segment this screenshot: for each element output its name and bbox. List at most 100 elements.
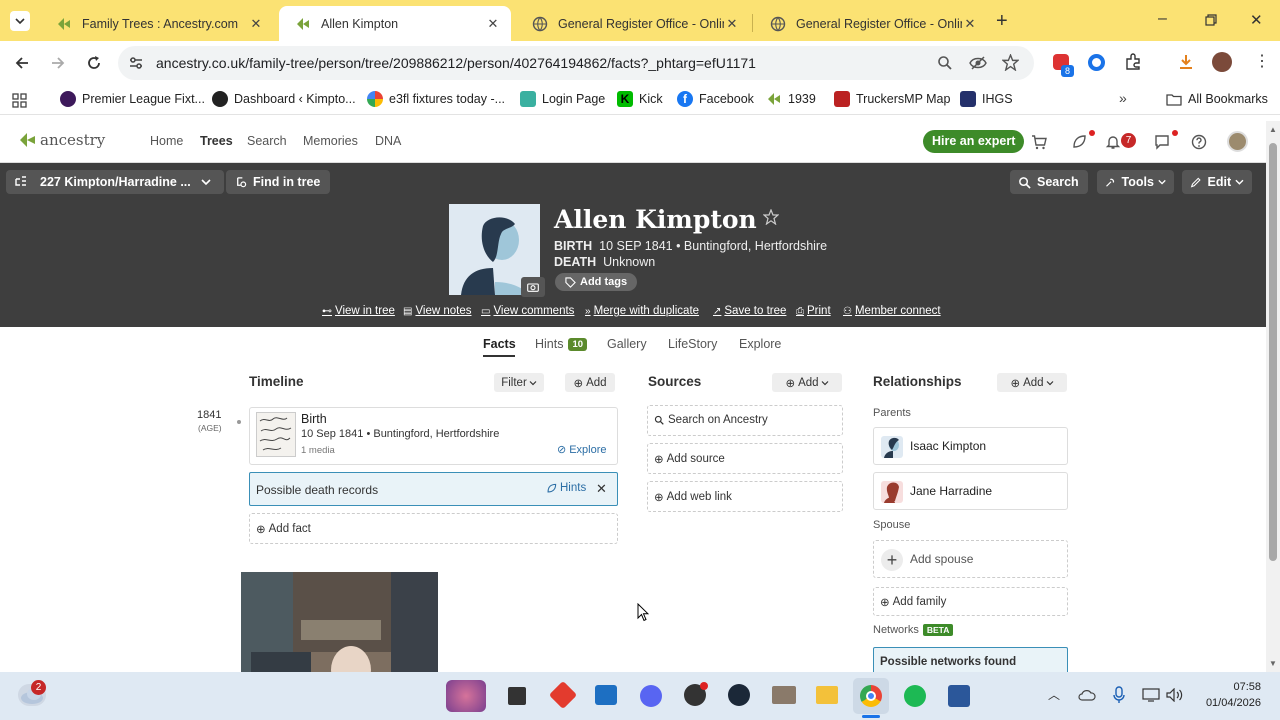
game-app-icon[interactable] [446, 680, 486, 712]
timeline-add-button[interactable]: ⊕ Add [565, 373, 615, 392]
event-explore-link[interactable]: ⊘ Explore [557, 443, 607, 457]
tab-search-button[interactable] [10, 11, 30, 31]
file-explorer-icon[interactable] [816, 686, 838, 704]
onedrive-icon[interactable] [1078, 689, 1096, 701]
apps-grid-icon[interactable] [12, 93, 27, 108]
save-to-tree-link[interactable]: ↗ Save to tree [713, 305, 786, 317]
bookmark-dashboard[interactable]: Dashboard ‹ Kimpto... [212, 91, 356, 107]
clock-date[interactable]: 01/04/2026 [1197, 697, 1261, 709]
hero-search-button[interactable]: Search [1010, 170, 1088, 194]
bookmark-login-page[interactable]: Login Page [520, 91, 605, 107]
volume-icon[interactable] [1166, 688, 1184, 702]
user-avatar[interactable] [1227, 131, 1248, 152]
nav-dna[interactable]: DNA [375, 134, 401, 148]
relationships-add-button[interactable]: ⊕ Add [997, 373, 1067, 392]
close-tab-icon[interactable]: ✕ [962, 16, 978, 32]
outlook-app-icon[interactable] [595, 685, 617, 705]
forward-icon[interactable] [50, 55, 66, 71]
view-in-tree-link[interactable]: ⊷ View in tree [322, 305, 395, 317]
chrome-app-icon[interactable] [860, 685, 882, 707]
scrollbar-thumb[interactable] [1269, 143, 1277, 561]
add-tags-button[interactable]: Add tags [555, 273, 638, 291]
possible-death-records-hint[interactable]: Possible death records Hints ✕ [249, 472, 618, 506]
add-fact-button[interactable]: ⊕ Add fact [249, 513, 618, 544]
possible-networks-card[interactable]: Possible networks found [873, 647, 1068, 672]
bookmarks-overflow-icon[interactable]: » [1119, 90, 1127, 106]
tab-gro-2[interactable]: General Register Office - Online ✕ [754, 6, 988, 41]
add-spouse-button[interactable]: + Add spouse [873, 540, 1068, 578]
scroll-up-icon[interactable]: ▲ [1269, 125, 1277, 134]
steam-app-icon[interactable] [728, 684, 750, 706]
tools-button[interactable]: Tools [1097, 170, 1174, 194]
add-web-link-button[interactable]: ⊕ Add web link [647, 481, 843, 512]
word-app-icon[interactable] [948, 685, 970, 707]
reload-icon[interactable] [86, 55, 102, 71]
bookmark-e3fl[interactable]: e3fl fixtures today -... [367, 91, 505, 107]
bookmark-star-icon[interactable] [1002, 54, 1019, 71]
member-connect-link[interactable]: ⚇ Member connect [843, 305, 941, 317]
tab-lifestory[interactable]: LifeStory [668, 337, 717, 351]
browser-menu-icon[interactable]: ⋮ [1254, 51, 1270, 71]
help-icon[interactable] [1191, 134, 1207, 150]
filter-button[interactable]: Filter [494, 373, 544, 392]
sources-add-button[interactable]: ⊕ Add [772, 373, 842, 392]
url-text[interactable]: ancestry.co.uk/family-tree/person/tree/2… [156, 55, 756, 71]
bookmark-ihgs[interactable]: IHGS [960, 91, 1013, 107]
omnibox[interactable]: ancestry.co.uk/family-tree/person/tree/2… [118, 46, 1034, 80]
close-tab-icon[interactable]: ✕ [485, 16, 501, 32]
search-on-ancestry-button[interactable]: Search on Ancestry [647, 405, 843, 436]
spotify-app-icon[interactable] [904, 685, 926, 707]
page-scrollbar[interactable]: ▲ ▼ [1266, 121, 1280, 672]
tab-gallery[interactable]: Gallery [607, 337, 647, 351]
bookmark-truckersmp[interactable]: TruckersMP Map [834, 91, 950, 107]
merge-duplicate-link[interactable]: » Merge with duplicate [585, 305, 699, 317]
bookmark-facebook[interactable]: f Facebook [677, 91, 754, 107]
site-info-icon[interactable] [128, 55, 144, 71]
close-tab-icon[interactable]: ✕ [248, 16, 264, 32]
profile-avatar[interactable] [1212, 52, 1232, 72]
bookmark-kick[interactable]: K Kick [617, 91, 663, 107]
bookmark-premier-league[interactable]: Premier League Fixt... [60, 91, 205, 107]
network-icon[interactable] [1142, 688, 1160, 702]
tab-facts[interactable]: Facts [483, 337, 516, 351]
dismiss-hint-icon[interactable]: ✕ [596, 481, 607, 497]
ancestry-logo[interactable]: ancestry [18, 131, 105, 149]
messages-icon[interactable] [1154, 134, 1170, 150]
tab-gro-1[interactable]: General Register Office - Online ✕ [516, 6, 750, 41]
nav-trees[interactable]: Trees [200, 134, 233, 148]
father-card[interactable]: Isaac Kimpton [873, 427, 1068, 465]
print-link[interactable]: ⎙ Print [796, 305, 831, 317]
clock-time[interactable]: 07:58 [1205, 681, 1261, 693]
tab-allen-kimpton[interactable]: Allen Kimpton ✕ [279, 6, 511, 41]
new-tab-button[interactable]: + [996, 10, 1008, 33]
hire-expert-button[interactable]: Hire an expert [923, 130, 1025, 153]
edit-button[interactable]: Edit [1182, 170, 1252, 194]
close-window-button[interactable]: ✕ [1250, 11, 1263, 29]
mother-card[interactable]: Jane Harradine [873, 472, 1068, 510]
extension-circle-icon[interactable] [1088, 54, 1105, 71]
download-icon[interactable] [1177, 53, 1195, 71]
tree-selector[interactable]: 227 Kimpton/Harradine ... [6, 170, 224, 194]
nav-home[interactable]: Home [150, 134, 183, 148]
terminal-app-icon[interactable] [508, 687, 526, 705]
discord-app-icon[interactable] [640, 685, 662, 707]
extensions-puzzle-icon[interactable] [1124, 53, 1142, 71]
birth-record-thumbnail[interactable] [256, 412, 296, 457]
birth-event-card[interactable]: Birth 10 Sep 1841 • Buntingford, Hertfor… [249, 407, 618, 465]
find-in-tree-button[interactable]: Find in tree [226, 170, 330, 194]
minimize-button[interactable]: – [1158, 10, 1167, 28]
nav-memories[interactable]: Memories [303, 134, 358, 148]
add-source-button[interactable]: ⊕ Add source [647, 443, 843, 474]
nav-search[interactable]: Search [247, 134, 287, 148]
truck-app-icon[interactable] [772, 686, 796, 704]
close-tab-icon[interactable]: ✕ [724, 16, 740, 32]
view-notes-link[interactable]: ▤ View notes [403, 305, 472, 317]
tab-explore[interactable]: Explore [739, 337, 781, 351]
scroll-down-icon[interactable]: ▼ [1269, 659, 1277, 668]
restore-icon[interactable] [1205, 14, 1217, 26]
add-family-button[interactable]: ⊕ Add family [873, 587, 1068, 616]
star-icon[interactable] [762, 208, 779, 225]
hint-hints-link[interactable]: Hints [546, 482, 586, 494]
all-bookmarks[interactable]: All Bookmarks [1166, 91, 1268, 107]
add-photo-button[interactable] [521, 277, 545, 297]
